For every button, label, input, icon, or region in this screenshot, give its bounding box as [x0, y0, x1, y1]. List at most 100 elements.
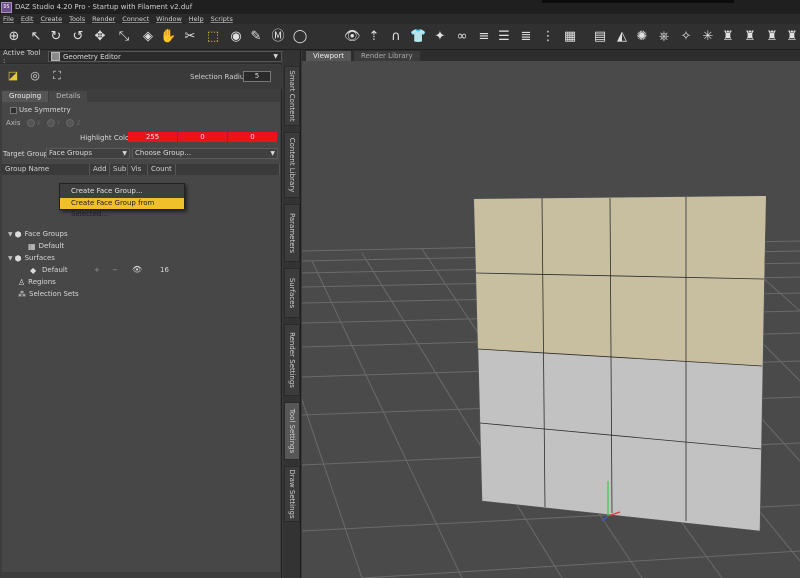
column-count[interactable]: Count [148, 164, 176, 175]
align-center-icon[interactable]: ☰ [496, 29, 512, 45]
magnet-icon[interactable]: ∩ [388, 29, 404, 45]
menu-create[interactable]: Create [40, 15, 62, 23]
tree-surfaces[interactable]: ▼ ⬢ Surfaces [8, 253, 55, 263]
node-selection-icon[interactable]: ↖ [28, 29, 44, 45]
surface-add-button[interactable]: + [94, 266, 100, 274]
eye-icon[interactable]: 👁 [344, 29, 361, 45]
menu-create-face-group-from-selected[interactable]: Create Face Group from Selected... [60, 198, 184, 218]
tree-surface-default[interactable]: ◆ Default + − 👁 16 [2, 265, 280, 275]
side-tab-smart-content[interactable]: Smart Content [284, 66, 300, 126]
surface-selection-icon[interactable]: ◈ [140, 29, 156, 45]
align-left-icon[interactable]: ≡ [476, 29, 492, 45]
expand-triangle-icon[interactable]: ▼ [8, 231, 13, 238]
active-tool-dropdown[interactable]: Geometry Editor ▼ [48, 51, 282, 62]
scale-tool-icon[interactable]: ✥ [92, 29, 108, 45]
menu-window[interactable]: Window [156, 15, 182, 23]
highlight-blue-field[interactable]: 0 [228, 132, 277, 142]
transfer-tool-icon[interactable]: Ⓜ [270, 29, 286, 45]
lights-icon[interactable]: ✧ [678, 29, 694, 45]
tree-selection-sets[interactable]: ⁂ Selection Sets [18, 289, 79, 299]
menu-edit[interactable]: Edit [21, 15, 34, 23]
axis-z-radio[interactable] [66, 119, 75, 127]
lasso-select-icon[interactable]: ◎ [28, 69, 42, 83]
active-pose-icon[interactable]: ✋ [160, 29, 176, 45]
column-vis[interactable]: Vis [128, 164, 148, 175]
spot-render-icon[interactable]: ◉ [228, 29, 244, 45]
side-tab-surfaces[interactable]: Surfaces [284, 268, 300, 318]
figure-icon[interactable]: ✦ [432, 29, 448, 45]
side-tab-draw-settings[interactable]: Draw Settings [284, 466, 300, 522]
choose-group-dropdown[interactable]: Choose Group... ▼ [132, 148, 278, 159]
tab-viewport[interactable]: Viewport [306, 51, 351, 61]
menu-create-face-group[interactable]: Create Face Group... [60, 186, 184, 197]
side-tab-content-library[interactable]: Content Library [284, 132, 300, 198]
side-tab-tool-settings[interactable]: Tool Settings [284, 402, 300, 460]
up-arrow-icon[interactable]: ⇡ [366, 29, 382, 45]
render-icon[interactable]: ◭ [614, 29, 630, 45]
menu-help[interactable]: Help [189, 15, 204, 23]
surface-sub-button[interactable]: − [112, 266, 118, 274]
tab-details[interactable]: Details [49, 91, 88, 102]
render-settings-icon[interactable]: ▤ [592, 29, 608, 45]
geometry-editor-icon[interactable]: ⬚ [205, 29, 221, 45]
menu-connect[interactable]: Connect [122, 15, 149, 23]
panel-tabs: Grouping Details [2, 91, 280, 102]
tree-face-default[interactable]: ▦ Default [28, 241, 64, 251]
use-symmetry-checkbox[interactable]: Use Symmetry [10, 106, 71, 114]
translate-tool-icon[interactable]: ↺ [70, 29, 86, 45]
menu-file[interactable]: File [3, 15, 14, 23]
distribute-icon[interactable]: ⋮ [540, 29, 556, 45]
region-navigator-icon[interactable]: ✂ [182, 29, 198, 45]
weight-map-brush-icon[interactable]: ✎ [248, 29, 264, 45]
axis-x-radio[interactable] [26, 119, 35, 127]
title-bar: DS DAZ Studio 4.20 Pro - Startup with Fi… [0, 0, 800, 14]
menu-tools[interactable]: Tools [69, 15, 85, 23]
highlight-green-field[interactable]: 0 [178, 132, 227, 142]
iray-icon[interactable]: ✺ [634, 29, 650, 45]
selected-faces[interactable] [474, 196, 766, 366]
glasses-icon[interactable]: ∞ [454, 29, 470, 45]
shirt-icon[interactable]: 👕 [410, 29, 426, 45]
polygon-select-icon[interactable]: ◪ [6, 69, 20, 83]
bust-four-icon[interactable]: ♜ [784, 29, 800, 45]
joint-editor-icon[interactable]: ⤡ [116, 29, 132, 45]
axis-label: Axis [6, 119, 21, 127]
menu-scripts[interactable]: Scripts [211, 15, 233, 23]
surfaces-icon: ⬢ [14, 253, 22, 263]
side-tab-label: Render Settings [288, 332, 296, 388]
menu-render[interactable]: Render [92, 15, 115, 23]
checkbox-icon [10, 106, 17, 114]
bust-three-icon[interactable]: ♜ [764, 29, 780, 45]
selection-radius-input[interactable]: 5 [243, 71, 271, 82]
column-filler [176, 164, 280, 175]
use-symmetry-label: Use Symmetry [19, 106, 71, 114]
bust-one-icon[interactable]: ♜ [720, 29, 736, 45]
side-tab-render-settings[interactable]: Render Settings [284, 324, 300, 396]
marquee-select-icon[interactable]: ⛶ [50, 69, 64, 83]
chevron-down-icon: ▼ [122, 150, 127, 157]
rotate-tool-icon[interactable]: ↻ [48, 29, 64, 45]
target-group-dropdown[interactable]: Face Groups ▼ [46, 148, 130, 159]
camera-icon[interactable]: ⎈ [656, 29, 672, 45]
tab-grouping[interactable]: Grouping [2, 91, 49, 102]
viewport-tab-bar: Viewport Render Library [302, 50, 800, 61]
column-sub[interactable]: Sub [110, 164, 128, 175]
bust-two-icon[interactable]: ♜ [742, 29, 758, 45]
tree-face-groups[interactable]: ▼ ⬢ Face Groups [8, 229, 68, 239]
node-weight-icon[interactable]: ◯ [292, 29, 308, 45]
expand-triangle-icon[interactable]: ▼ [8, 255, 13, 262]
tree-regions[interactable]: ♙ Regions [18, 277, 56, 287]
universal-tool-icon[interactable]: ⊕ [6, 29, 22, 45]
3d-viewport[interactable] [302, 61, 800, 578]
side-tab-label: Tool Settings [288, 408, 296, 454]
column-group-name[interactable]: Group Name [2, 164, 90, 175]
align-right-icon[interactable]: ≣ [518, 29, 534, 45]
highlight-red-field[interactable]: 255 [128, 132, 177, 142]
column-add[interactable]: Add [90, 164, 110, 175]
figure-pose-icon[interactable]: ✳ [700, 29, 716, 45]
visibility-eye-icon[interactable]: 👁 [132, 265, 142, 274]
tab-render-library[interactable]: Render Library [354, 51, 420, 61]
side-tab-parameters[interactable]: Parameters [284, 204, 300, 262]
axis-y-radio[interactable] [46, 119, 55, 127]
grid-icon[interactable]: ▦ [562, 29, 578, 45]
